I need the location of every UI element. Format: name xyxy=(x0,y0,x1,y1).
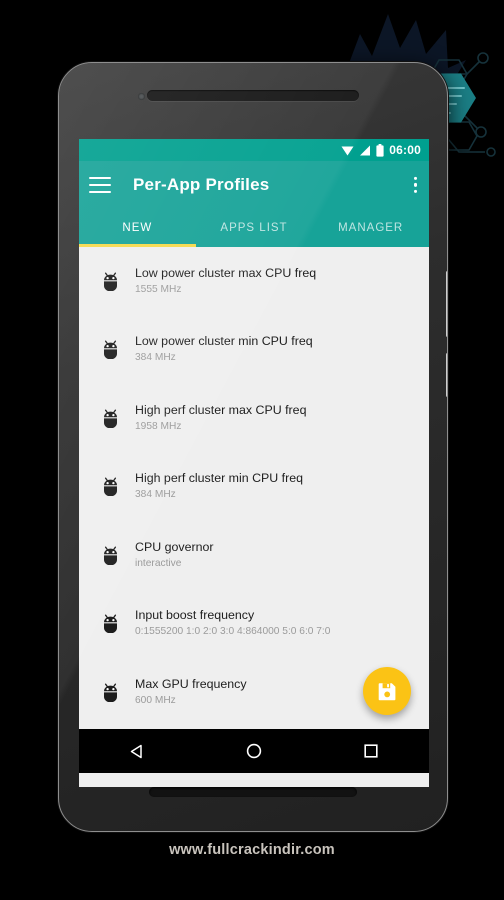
list-item-title: High perf cluster max CPU freq xyxy=(135,402,307,417)
list-item-value: 0:1555200 1:0 2:0 3:0 4:864000 5:0 6:0 7… xyxy=(135,626,331,638)
power-button[interactable] xyxy=(446,353,447,397)
list-item[interactable]: CPU governor interactive xyxy=(79,521,429,590)
list-item[interactable]: High perf cluster max CPU freq 1958 MHz xyxy=(79,384,429,453)
list-item-value: 1555 MHz xyxy=(135,283,182,295)
list-item-value: 600 MHz xyxy=(135,694,176,706)
list-item-value: 384 MHz xyxy=(135,489,176,501)
overflow-menu-icon[interactable] xyxy=(413,176,417,194)
save-floppy-icon xyxy=(378,682,395,700)
list-item-title: Input boost frequency xyxy=(135,608,255,623)
android-robot-icon xyxy=(93,546,127,565)
hamburger-menu-icon[interactable] xyxy=(89,177,111,193)
list-item[interactable]: High perf cluster min CPU freq 384 MHz xyxy=(79,453,429,522)
battery-icon xyxy=(376,143,384,157)
app-toolbar: Per-App Profiles xyxy=(79,161,429,209)
bottom-speaker-grill xyxy=(149,787,357,797)
android-robot-icon xyxy=(93,340,127,360)
system-navigation-bar xyxy=(79,729,429,773)
list-item-title: Low power cluster min CPU freq xyxy=(135,334,313,349)
tab-apps-list[interactable]: APPS LIST xyxy=(196,209,313,247)
phone-screen: 06:00 Per-App Profiles NEW APPS LIST MAN… xyxy=(79,139,429,787)
list-item[interactable]: Low power cluster min CPU freq 384 MHz xyxy=(79,316,429,385)
home-circle-icon[interactable] xyxy=(232,729,276,773)
phone-device-frame: 06:00 Per-App Profiles NEW APPS LIST MAN… xyxy=(58,62,448,832)
android-robot-icon xyxy=(93,614,127,634)
list-item-title: Low power cluster max CPU freq xyxy=(135,265,317,280)
list-item-title: High perf cluster min CPU freq xyxy=(135,471,304,486)
status-bar-clock: 06:00 xyxy=(389,143,421,157)
android-robot-icon xyxy=(93,409,127,428)
list-item-title: Max GPU frequency xyxy=(135,676,247,691)
screenshot-root: 06:00 Per-App Profiles NEW APPS LIST MAN… xyxy=(0,0,504,900)
list-item-value: 384 MHz xyxy=(135,352,176,364)
recents-square-icon[interactable] xyxy=(349,729,393,773)
list-item[interactable]: Input boost frequency 0:1555200 1:0 2:0 … xyxy=(79,590,429,659)
list-item[interactable]: Low power cluster max CPU freq 1555 MHz xyxy=(79,247,429,316)
list-item-title: CPU governor xyxy=(135,539,214,554)
volume-rocker-button[interactable] xyxy=(446,271,447,337)
tab-bar: NEW APPS LIST MANAGER xyxy=(79,209,429,247)
earpiece-speaker xyxy=(147,90,359,101)
wifi-icon xyxy=(341,145,354,156)
tab-new[interactable]: NEW xyxy=(79,209,196,247)
signal-icon xyxy=(359,145,371,156)
watermark-text: www.fullcrackindir.com xyxy=(169,842,335,858)
android-robot-icon xyxy=(93,477,127,497)
tab-manager[interactable]: MANAGER xyxy=(312,209,429,247)
save-fab-button[interactable] xyxy=(363,667,411,715)
status-bar: 06:00 xyxy=(79,139,429,161)
page-title: Per-App Profiles xyxy=(133,175,270,194)
android-robot-icon xyxy=(93,272,127,291)
back-triangle-icon[interactable] xyxy=(115,729,159,773)
list-item-value: 1958 MHz xyxy=(135,420,182,432)
android-robot-icon xyxy=(93,683,127,702)
settings-list: Low power cluster max CPU freq 1555 MHz … xyxy=(79,247,429,729)
front-camera xyxy=(138,93,145,100)
list-item-value: interactive xyxy=(135,557,182,569)
